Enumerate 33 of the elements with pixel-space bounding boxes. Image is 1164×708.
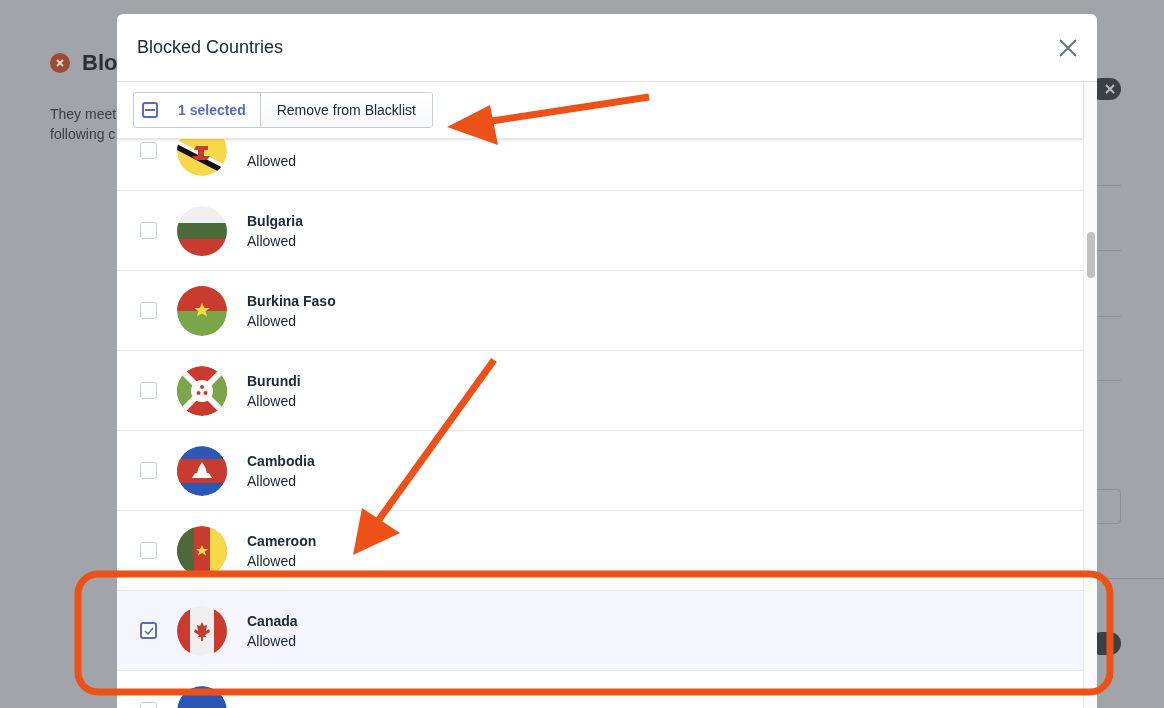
description-text: They meet xyxy=(50,105,117,124)
flag-icon xyxy=(177,365,227,416)
country-name: Burundi xyxy=(247,371,301,391)
country-name: Cameroon xyxy=(247,531,317,551)
country-status: Allowed xyxy=(247,391,298,411)
country-status: Allowed xyxy=(247,631,298,651)
flag-icon xyxy=(177,445,227,496)
scrollbar-thumb[interactable] xyxy=(1087,232,1095,278)
close-icon[interactable] xyxy=(1059,38,1077,57)
country-status: Allowed xyxy=(247,471,298,491)
country-status: Allowed xyxy=(247,551,298,571)
checkbox[interactable] xyxy=(142,102,158,118)
country-row[interactable]: Allowed xyxy=(117,139,1083,191)
flag-icon xyxy=(177,285,227,336)
description-text: following c xyxy=(50,125,117,144)
country-name: Canada xyxy=(247,611,298,631)
country-name: Bulgaria xyxy=(247,211,303,231)
remove-from-blacklist-button[interactable]: Remove from Blacklist xyxy=(259,93,432,127)
country-name: Burkina Faso xyxy=(247,291,336,311)
error-icon xyxy=(50,52,70,73)
selection-count: 1 selected xyxy=(178,100,246,120)
flag-icon xyxy=(177,205,227,256)
checkbox[interactable] xyxy=(140,622,157,639)
page-heading: Blo xyxy=(82,49,118,77)
flag-icon xyxy=(177,605,227,656)
country-status: Allowed xyxy=(247,151,297,171)
country-name: Cambodia xyxy=(247,451,315,471)
country-status: Allowed xyxy=(247,231,298,251)
country-row[interactable]: Canada Allowed xyxy=(117,591,1083,671)
dialog-title: Blocked Countries xyxy=(137,36,284,59)
country-status: Allowed xyxy=(247,311,298,331)
check-icon xyxy=(143,626,154,635)
close-icon xyxy=(1105,84,1115,94)
